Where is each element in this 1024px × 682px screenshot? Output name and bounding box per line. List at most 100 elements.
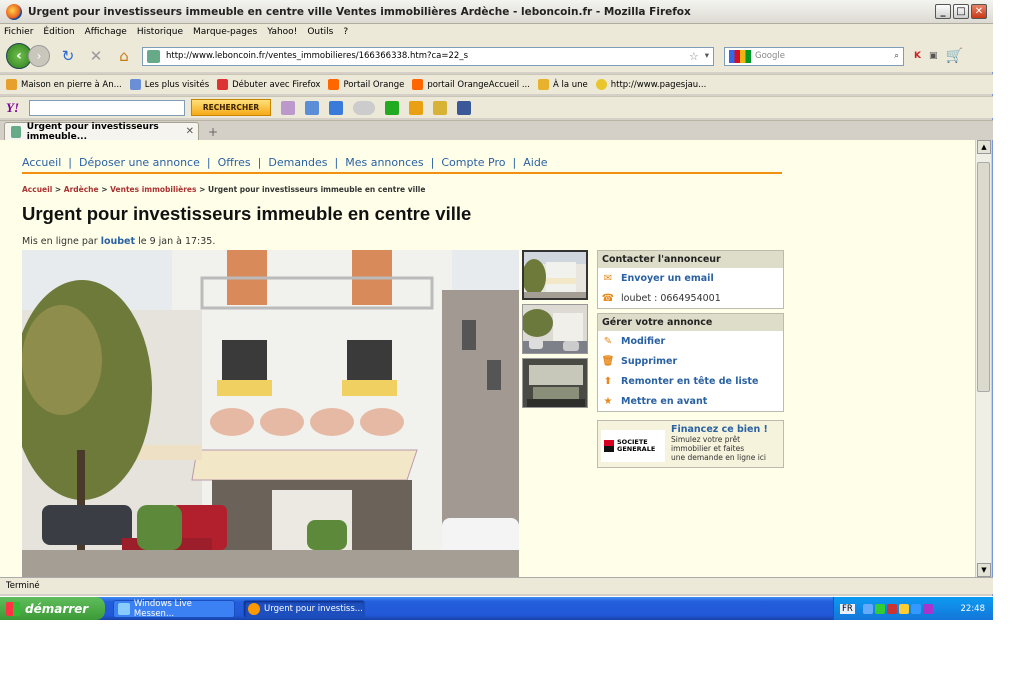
new-tab-button[interactable]: + <box>203 124 223 140</box>
delete-link[interactable]: 🗑 Supprimer <box>598 351 783 371</box>
edit-link[interactable]: ✎ Modifier <box>598 331 783 351</box>
yahoo-search-button[interactable]: RECHERCHER <box>191 99 271 116</box>
forward-button[interactable]: › <box>28 45 50 67</box>
scroll-up-button[interactable]: ▲ <box>977 140 991 154</box>
finance-text: Financez ce bien ! Simulez votre prêt im… <box>671 424 768 462</box>
tray-icon[interactable] <box>898 603 909 614</box>
nav-deposer[interactable]: Déposer une annonce <box>79 156 200 169</box>
thumbnail[interactable] <box>522 358 588 408</box>
tray-icon[interactable] <box>910 603 921 614</box>
url-dropdown-icon[interactable]: ▾ <box>705 51 709 61</box>
thumbnail[interactable] <box>522 250 588 300</box>
vertical-scrollbar[interactable]: ▲ ▼ <box>975 140 991 577</box>
language-indicator[interactable]: FR <box>840 603 855 614</box>
tray-icon[interactable] <box>886 603 897 614</box>
bookmark-item[interactable]: Maison en pierre à An... <box>6 79 122 90</box>
arrow-up-icon: ⬆ <box>603 375 613 387</box>
tray-icon[interactable] <box>922 603 933 614</box>
bookmark-item[interactable]: Débuter avec Firefox <box>217 79 320 90</box>
site-nav: Accueil | Déposer une annonce | Offres | De… <box>22 152 782 174</box>
breadcrumb-home[interactable]: Accueil <box>22 185 52 194</box>
menu-marque-pages[interactable]: Marque-pages <box>193 27 257 37</box>
bookmark-item[interactable]: http://www.pagesjau... <box>595 79 706 90</box>
menu-affichage[interactable]: Affichage <box>85 27 127 37</box>
menu-yahoo[interactable]: Yahoo! <box>267 27 297 37</box>
weather-icon[interactable] <box>353 100 375 115</box>
send-email-link[interactable]: ✉ Envoyer un email <box>598 268 783 288</box>
extension-icon[interactable]: K <box>914 51 921 61</box>
phone-number: 0664954001 <box>660 292 721 304</box>
stop-icon[interactable]: ✕ <box>86 46 106 66</box>
scroll-down-button[interactable]: ▼ <box>977 563 991 577</box>
yahoo-search-input[interactable] <box>29 99 185 116</box>
site-favicon <box>147 49 160 63</box>
tab-close-icon[interactable]: ✕ <box>186 126 194 137</box>
bookmark-item[interactable]: Les plus visités <box>129 79 209 90</box>
tray-icon[interactable] <box>862 603 873 614</box>
browser-window: Urgent pour investisseurs immeuble en ce… <box>0 0 993 596</box>
posted-user-link[interactable]: loubet <box>101 236 135 247</box>
scroll-thumb[interactable] <box>977 162 990 392</box>
bookmark-item[interactable]: Portail Orange <box>328 79 404 90</box>
toolbar-icon[interactable] <box>433 100 447 115</box>
envelope-icon: ✉ <box>603 272 613 284</box>
minimize-button[interactable]: _ <box>935 4 951 19</box>
mail-icon[interactable] <box>329 100 343 115</box>
clock: 22:48 <box>960 603 986 614</box>
menu-outils[interactable]: Outils <box>307 27 333 37</box>
page-content: Accueil | Déposer une annonce | Offres | De… <box>0 140 975 577</box>
close-button[interactable]: ✕ <box>971 4 987 19</box>
windows-flag-icon <box>6 601 20 616</box>
search-box[interactable]: Google ⌕ <box>724 46 904 66</box>
search-icon[interactable]: ⌕ <box>894 51 899 61</box>
taskbar: démarrer Windows Live Messen... Urgent p… <box>0 597 993 620</box>
task-firefox[interactable]: Urgent pour investiss... <box>243 599 365 618</box>
menu-aide[interactable]: ? <box>343 27 348 37</box>
nav-accueil[interactable]: Accueil <box>22 156 61 169</box>
yahoo-toolbar: Y! RECHERCHER <box>0 96 993 118</box>
home-icon[interactable]: ⌂ <box>114 46 134 66</box>
thumbnail[interactable] <box>522 304 588 354</box>
nav-compte-pro[interactable]: Compte Pro <box>441 156 505 169</box>
finance-banner[interactable]: SOCIETE GENERALE Financez ce bien ! Simul… <box>597 420 784 468</box>
bookmark-icon <box>328 79 340 90</box>
tab-label: Urgent pour investisseurs immeuble... <box>26 121 159 142</box>
manage-header: Gérer votre annonce <box>598 314 783 331</box>
facebook-icon[interactable] <box>457 100 471 115</box>
menu-historique[interactable]: Historique <box>137 27 183 37</box>
reload-icon[interactable]: ↻ <box>58 46 78 66</box>
bookmark-item[interactable]: portail OrangeAccueil ... <box>412 79 530 90</box>
breadcrumb-category[interactable]: Ventes immobilières <box>110 185 196 194</box>
yahoo-logo[interactable]: Y! <box>6 100 19 116</box>
bookmark-item[interactable]: À la une <box>537 79 588 90</box>
nav-offres[interactable]: Offres <box>218 156 251 169</box>
menu-edition[interactable]: Édition <box>43 27 74 37</box>
bump-link[interactable]: ⬆ Remonter en tête de liste <box>598 371 783 391</box>
tray-icon[interactable] <box>874 603 885 614</box>
main-photo[interactable] <box>22 250 519 577</box>
feature-link[interactable]: ★ Mettre en avant <box>598 391 783 411</box>
url-bar[interactable]: http://www.leboncoin.fr/ventes_immobilie… <box>142 46 714 66</box>
tab-bar: Urgent pour investisseurs immeuble... ✕ … <box>0 120 993 142</box>
nav-mes-annonces[interactable]: Mes annonces <box>345 156 423 169</box>
toolbar-icon[interactable] <box>409 100 423 115</box>
tab-current[interactable]: Urgent pour investisseurs immeuble... ✕ <box>4 121 199 142</box>
page-title: Urgent pour investisseurs immeuble en ce… <box>22 203 472 224</box>
finance-title: Financez ce bien ! <box>671 424 768 435</box>
breadcrumb-region[interactable]: Ardèche <box>64 185 99 194</box>
bookmark-star-icon[interactable]: ☆ <box>689 50 699 63</box>
maximize-button[interactable]: □ <box>953 4 969 19</box>
task-messenger[interactable]: Windows Live Messen... <box>113 599 235 619</box>
extension2-icon[interactable]: ▣ <box>929 51 938 61</box>
status-bar: Terminé <box>0 577 993 594</box>
messenger-icon <box>118 602 130 615</box>
nav-demandes[interactable]: Demandes <box>268 156 327 169</box>
tray-icons <box>862 603 961 614</box>
toolbar-icon[interactable] <box>281 100 295 115</box>
toolbar-icon[interactable] <box>385 100 399 115</box>
menu-fichier[interactable]: Fichier <box>4 27 33 37</box>
cart-icon[interactable]: 🛒 <box>946 48 963 64</box>
toolbar-icon[interactable] <box>305 100 319 115</box>
start-button[interactable]: démarrer <box>0 597 105 620</box>
nav-aide[interactable]: Aide <box>523 156 547 169</box>
